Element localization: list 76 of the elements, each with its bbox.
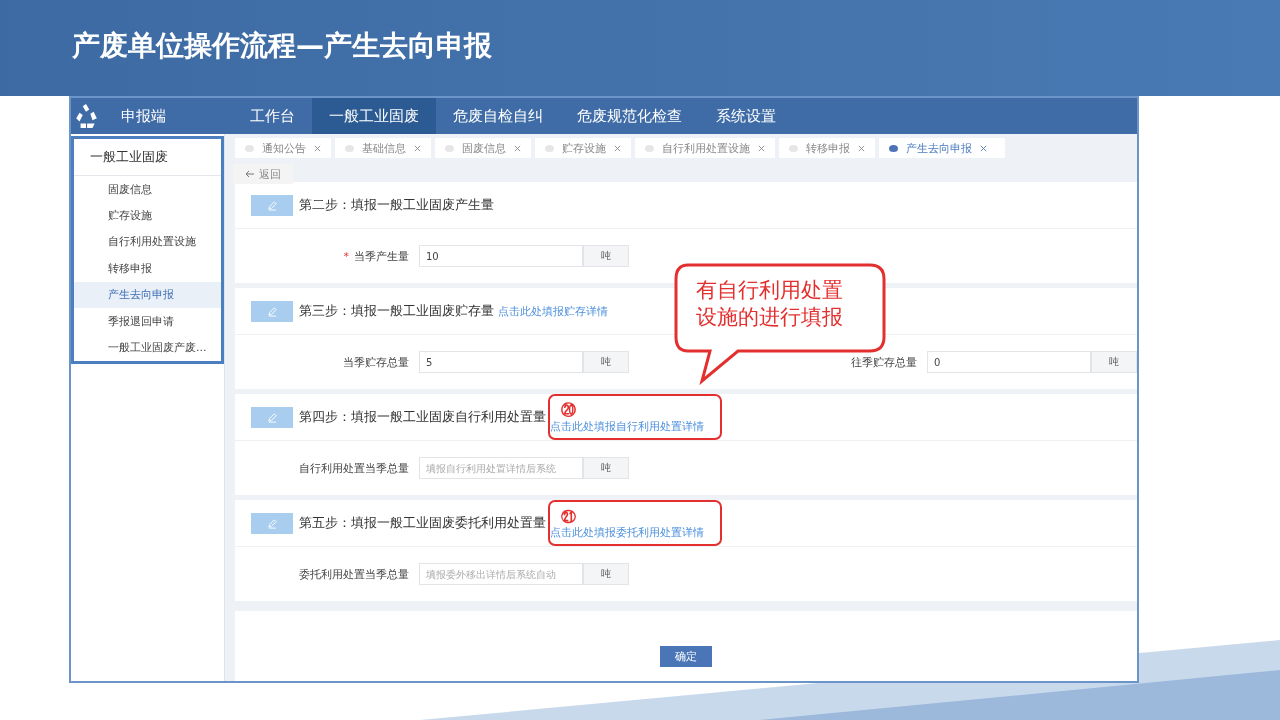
annotation-number: ⑳ <box>560 401 577 420</box>
input-field[interactable]: 填报委外移出详情后系统自动 <box>419 563 583 585</box>
arrow-left-icon <box>245 170 255 178</box>
tab-label: 贮存设施 <box>562 140 606 156</box>
status-dot <box>545 144 554 152</box>
status-dot <box>245 144 254 152</box>
page-tab[interactable]: 贮存设施 <box>535 138 631 158</box>
input-field[interactable]: 填报自行利用处置详情后系统 <box>419 457 583 479</box>
tab-label: 通知公告 <box>262 140 306 156</box>
close-icon[interactable] <box>980 144 987 152</box>
field-label-text: 委托利用处置当季总量 <box>299 567 409 581</box>
close-icon[interactable] <box>314 144 321 152</box>
page-tab[interactable]: 产生去向申报 <box>879 138 1005 158</box>
sidebar-item[interactable]: 固废信息 <box>74 176 221 203</box>
unit-label: 吨 <box>583 245 629 267</box>
step-title: 第三步：填报一般工业固废贮存量 <box>299 302 494 320</box>
step-title: 第二步：填报一般工业固废产生量 <box>299 196 494 214</box>
detail-link[interactable]: 点击此处填报贮存详情 <box>498 303 608 319</box>
sidebar-item[interactable]: 贮存设施 <box>74 202 221 229</box>
callout-text: 有自行利用处置 设施的进行填报 <box>696 277 843 331</box>
status-dot <box>889 144 898 152</box>
status-dot <box>345 144 354 152</box>
status-dot <box>445 144 454 152</box>
pencil-icon <box>251 406 293 428</box>
sidebar-item[interactable]: 产生去向申报 <box>74 281 221 308</box>
close-icon[interactable] <box>614 144 621 152</box>
nav-tab[interactable]: 一般工业固废 <box>312 98 436 134</box>
required-mark: * <box>343 249 349 263</box>
unit-label: 吨 <box>583 351 629 373</box>
close-icon[interactable] <box>858 144 865 152</box>
pencil-icon <box>251 300 293 322</box>
close-icon[interactable] <box>758 144 765 152</box>
nav-tab[interactable]: 危废规范化检查 <box>560 98 699 134</box>
unit-label: 吨 <box>583 563 629 585</box>
tab-label: 基础信息 <box>362 140 406 156</box>
slide-title: 产废单位操作流程—产生去向申报 <box>72 28 492 64</box>
brand-name: 申报端 <box>121 106 166 126</box>
sidebar-item[interactable]: 转移申报 <box>74 255 221 282</box>
annotation-number: ㉑ <box>560 508 577 526</box>
sidebar-item[interactable]: 一般工业固废产废... <box>74 334 221 361</box>
field-label-text: 自行利用处置当季总量 <box>299 461 409 475</box>
detail-link[interactable]: 点击此处填报委托利用处置详情 <box>550 526 720 540</box>
step-title: 第五步：填报一般工业固废委托利用处置量 <box>299 514 546 532</box>
page-tab[interactable]: 转移申报 <box>779 138 875 158</box>
close-icon[interactable] <box>414 144 421 152</box>
step-title: 第四步：填报一般工业固废自行利用处置量 <box>299 408 546 426</box>
page-tab[interactable]: 固废信息 <box>435 138 531 158</box>
unit-label: 吨 <box>583 457 629 479</box>
unit-label: 吨 <box>1091 351 1137 373</box>
field-label-text: 当季贮存总量 <box>343 355 409 369</box>
status-dot <box>789 144 798 152</box>
pencil-icon <box>251 512 293 534</box>
detail-link[interactable]: 点击此处填报自行利用处置详情 <box>550 420 720 434</box>
page-tab[interactable]: 通知公告 <box>235 138 331 158</box>
input-field[interactable]: 5 <box>419 351 583 373</box>
tab-label: 转移申报 <box>806 140 850 156</box>
confirm-button[interactable]: 确定 <box>660 646 712 667</box>
nav-tab[interactable]: 工作台 <box>233 98 312 134</box>
close-icon[interactable] <box>514 144 521 152</box>
tab-label: 产生去向申报 <box>906 140 972 156</box>
field-label-text: 当季产生量 <box>354 249 409 263</box>
sidebar-item[interactable]: 自行利用处置设施 <box>74 228 221 256</box>
tab-label: 自行利用处置设施 <box>662 140 750 156</box>
nav-tab[interactable]: 危废自检自纠 <box>436 98 560 134</box>
tab-label: 固废信息 <box>462 140 506 156</box>
nav-tab[interactable]: 系统设置 <box>699 98 793 134</box>
status-dot <box>645 144 654 152</box>
sidebar-item[interactable]: 季报退回申请 <box>74 307 221 335</box>
input-field[interactable]: 10 <box>419 245 583 267</box>
pencil-icon <box>251 194 293 216</box>
page-tab[interactable]: 基础信息 <box>335 138 431 158</box>
page-tab[interactable]: 自行利用处置设施 <box>635 138 775 158</box>
input-field[interactable]: 0 <box>927 351 1091 373</box>
field-label-text: 往季贮存总量 <box>851 355 917 369</box>
sidebar-heading: 一般工业固废 <box>74 139 221 176</box>
back-button[interactable]: 返回 <box>233 164 293 184</box>
